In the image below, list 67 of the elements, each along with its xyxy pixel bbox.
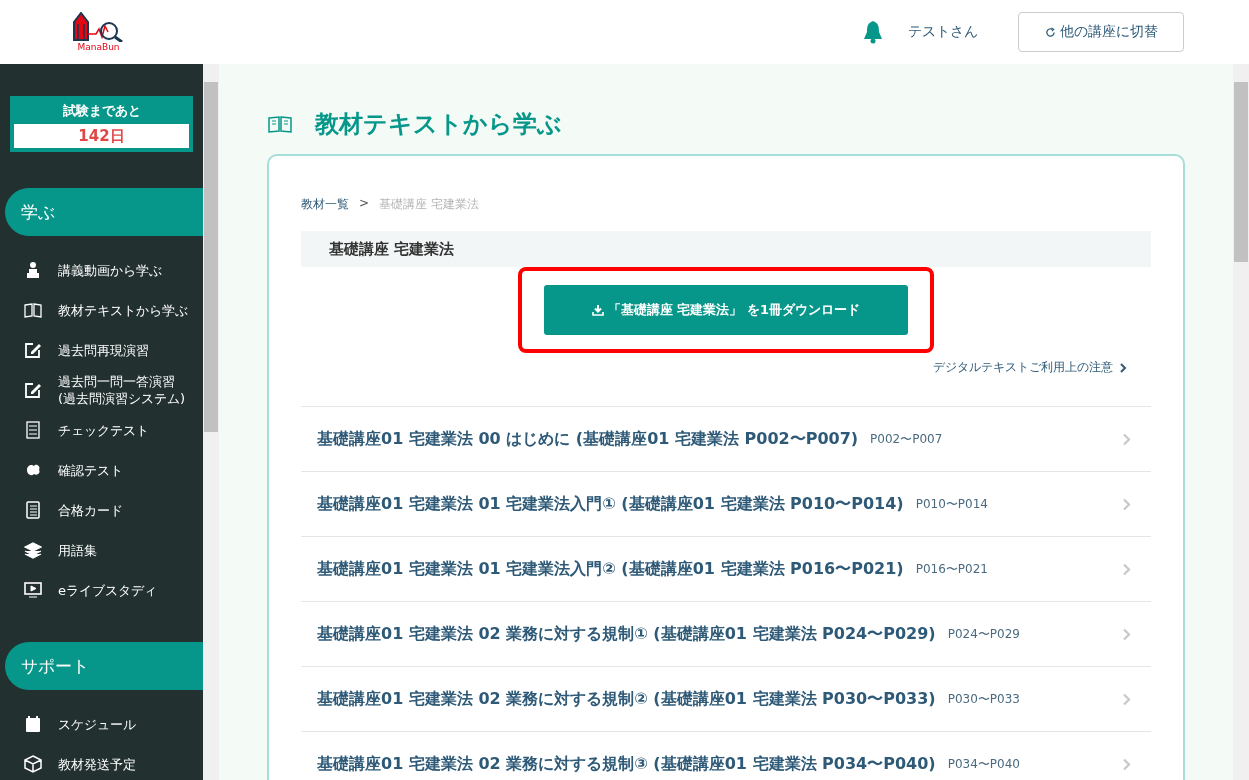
card-icon <box>24 501 42 519</box>
chapter-pages: P024〜P029 <box>947 625 1020 643</box>
chapter-title: 基礎講座01 宅建業法 01 宅建業法入門② (基礎講座01 宅建業法 P016〜P021) <box>317 558 904 580</box>
breadcrumb-separator: > <box>359 196 370 212</box>
sidebar-item[interactable]: eライブスタディ <box>0 570 203 610</box>
sidebar-section-header: 学ぶ <box>5 188 203 236</box>
user-name[interactable]: テストさん <box>908 23 978 41</box>
book-icon <box>24 301 42 319</box>
chapter-title: 基礎講座01 宅建業法 02 業務に対する規制① (基礎講座01 宅建業法 P024〜P029) <box>317 623 936 645</box>
sidebar-section-header: サポート <box>5 642 203 690</box>
countdown-label: 試験まであと <box>61 102 142 120</box>
pencil-note-icon <box>24 381 42 399</box>
chevron-right-icon <box>1122 562 1131 576</box>
chapter-pages: P010〜P014 <box>915 495 988 513</box>
logo-text: ManaBun <box>77 42 120 52</box>
chapter-pages: P030〜P033 <box>947 690 1020 708</box>
chapter-row[interactable]: 基礎講座01 宅建業法 00 はじめに (基礎講座01 宅建業法 P002〜P007) P002〜P007 <box>301 406 1151 471</box>
chevron-right-icon <box>1122 627 1131 641</box>
chapter-title: 基礎講座01 宅建業法 02 業務に対する規制③ (基礎講座01 宅建業法 P034〜P040) <box>317 753 936 775</box>
sidebar-item[interactable]: 確認テスト <box>0 450 203 490</box>
book-icon <box>267 114 293 134</box>
stack-icon <box>24 541 42 559</box>
chapter-row[interactable]: 基礎講座01 宅建業法 02 業務に対する規制① (基礎講座01 宅建業法 P024〜P029) P024〜P029 <box>301 601 1151 666</box>
chapter-row[interactable]: 基礎講座01 宅建業法 01 宅建業法入門② (基礎講座01 宅建業法 P016〜P021) P016〜P021 <box>301 536 1151 601</box>
chevron-right-icon <box>1119 362 1127 373</box>
chapter-title: 基礎講座01 宅建業法 02 業務に対する規制② (基礎講座01 宅建業法 P030〜P033) <box>317 688 936 710</box>
chapter-title: 基礎講座01 宅建業法 00 はじめに (基礎講座01 宅建業法 P002〜P007) <box>317 428 859 450</box>
breadcrumb-item: 基礎講座 宅建業法 <box>379 196 479 213</box>
sidebar-item[interactable]: 講義動画から学ぶ <box>0 250 203 290</box>
sidebar-item[interactable]: 教材テキストから学ぶ <box>0 290 203 330</box>
lecturer-icon <box>24 261 42 279</box>
sidebar-item[interactable]: 教材発送予定 <box>0 744 203 780</box>
notice-link[interactable]: デジタルテキストご利用上の注意 <box>933 359 1127 376</box>
monitor-icon <box>24 581 42 599</box>
checklist-icon <box>24 421 42 439</box>
chapter-pages: P016〜P021 <box>915 560 988 578</box>
section-title: 基礎講座 宅建業法 <box>301 231 1151 267</box>
chevron-right-icon <box>1122 692 1131 706</box>
chapter-title: 基礎講座01 宅建業法 01 宅建業法入門① (基礎講座01 宅建業法 P010〜P014) <box>317 493 904 515</box>
breadcrumb-item[interactable]: 教材一覧 <box>301 196 349 213</box>
calendar-icon <box>24 715 42 733</box>
bell-icon[interactable] <box>862 20 884 44</box>
sidebar-item[interactable]: チェックテスト <box>0 410 203 450</box>
sidebar-item[interactable]: 合格カード <box>0 490 203 530</box>
chevron-right-icon <box>1122 432 1131 446</box>
logo[interactable]: ManaBun <box>71 12 126 52</box>
refresh-icon <box>1044 26 1056 38</box>
sidebar-item[interactable]: 用語集 <box>0 530 203 570</box>
download-button[interactable]: 「基礎講座 宅建業法」 を1冊ダウンロード <box>544 285 908 335</box>
pencil-note-icon <box>24 341 42 359</box>
chapter-row[interactable]: 基礎講座01 宅建業法 02 業務に対する規制② (基礎講座01 宅建業法 P030〜P033) P030〜P033 <box>301 666 1151 731</box>
chapter-pages: P002〜P007 <box>870 430 943 448</box>
sidebar-scrollbar[interactable] <box>203 64 219 780</box>
download-icon <box>591 304 604 316</box>
chevron-right-icon <box>1122 497 1131 511</box>
switch-course-button[interactable]: 他の講座に切替 <box>1018 12 1184 52</box>
sidebar-item[interactable]: スケジュール <box>0 704 203 744</box>
page-title: 教材テキストから学ぶ <box>315 109 562 140</box>
chapter-pages: P034〜P040 <box>947 755 1020 773</box>
countdown-value: 142日 <box>14 124 189 148</box>
chevron-right-icon <box>1122 757 1131 771</box>
box-icon <box>24 755 42 773</box>
sidebar-item[interactable]: 過去問一問一答演習 (過去問演習システム) <box>0 370 203 410</box>
page-scrollbar[interactable] <box>1233 64 1249 780</box>
chapter-row[interactable]: 基礎講座01 宅建業法 02 業務に対する規制③ (基礎講座01 宅建業法 P034〜P040) P034〜P040 <box>301 731 1151 780</box>
sidebar-item[interactable]: 過去問再現演習 <box>0 330 203 370</box>
chapter-row[interactable]: 基礎講座01 宅建業法 01 宅建業法入門① (基礎講座01 宅建業法 P010〜P014) P010〜P014 <box>301 471 1151 536</box>
